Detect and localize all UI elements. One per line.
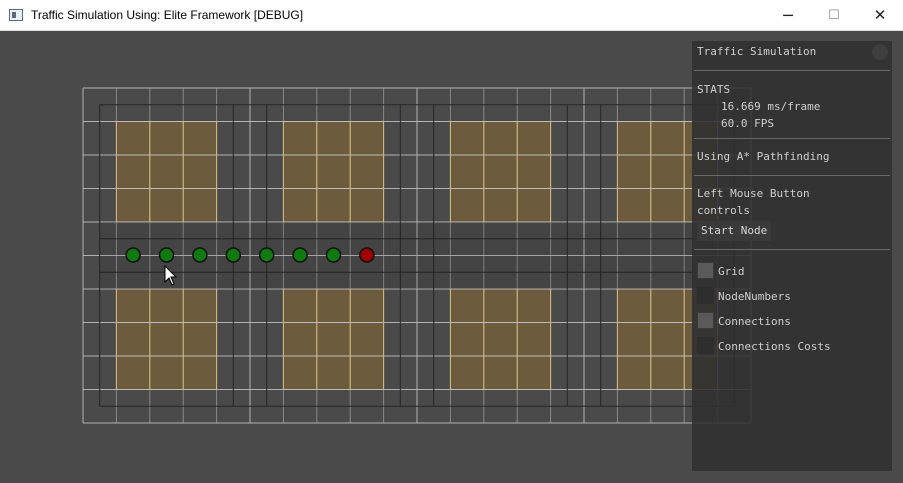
path-node	[192, 247, 208, 263]
node-numbers-checkbox-label: NodeNumbers	[718, 290, 791, 303]
city-block	[450, 289, 551, 390]
controls-label-line1: Left Mouse Button	[697, 187, 810, 200]
app-window-icon	[9, 9, 23, 21]
path-node	[325, 247, 342, 263]
connections-checkbox-label: Connections	[718, 315, 791, 328]
path-end-node	[359, 247, 375, 263]
maximize-button[interactable]: ☐	[811, 0, 857, 31]
panel-title: Traffic Simulation	[697, 45, 817, 58]
window-title: Traffic Simulation Using: Elite Framewor…	[31, 8, 304, 22]
connections-checkbox[interactable]	[697, 312, 714, 329]
panel-divider	[694, 249, 890, 250]
city-block	[450, 121, 551, 222]
controls-label-line2: controls	[697, 204, 750, 217]
city-block	[283, 121, 384, 222]
debug-panel: Traffic Simulation STATS 16.669 ms/frame…	[692, 41, 892, 471]
title-bar: Traffic Simulation Using: Elite Framewor…	[0, 0, 903, 31]
start-node-button[interactable]: Start Node	[697, 221, 772, 241]
ms-per-frame: 16.669 ms/frame	[721, 100, 821, 113]
city-block	[116, 121, 217, 222]
grid-checkbox-label: Grid	[718, 265, 745, 278]
fps-readout: 60.0 FPS	[721, 117, 774, 130]
panel-divider	[694, 70, 890, 71]
path-node	[125, 247, 141, 263]
stats-header: STATS	[697, 83, 731, 96]
path-node	[225, 247, 242, 263]
path-node	[258, 247, 275, 263]
panel-divider	[694, 175, 890, 176]
close-button[interactable]: ✕	[857, 0, 903, 31]
mouse-cursor-icon	[164, 265, 178, 286]
node-numbers-checkbox[interactable]	[697, 287, 714, 304]
path-node	[292, 247, 308, 263]
path-node	[158, 247, 175, 263]
panel-divider	[694, 138, 890, 139]
connections-costs-checkbox[interactable]	[697, 337, 714, 354]
algorithm-label: Using A* Pathfinding	[697, 150, 830, 163]
collapse-panel-button[interactable]	[872, 44, 888, 60]
city-block	[116, 289, 217, 390]
grid-checkbox[interactable]	[697, 262, 714, 279]
connections-costs-checkbox-label: Connections Costs	[718, 340, 831, 353]
city-block	[283, 289, 384, 390]
simulation-viewport[interactable]: Traffic Simulation STATS 16.669 ms/frame…	[0, 31, 903, 483]
minimize-button[interactable]: ─	[765, 0, 811, 31]
